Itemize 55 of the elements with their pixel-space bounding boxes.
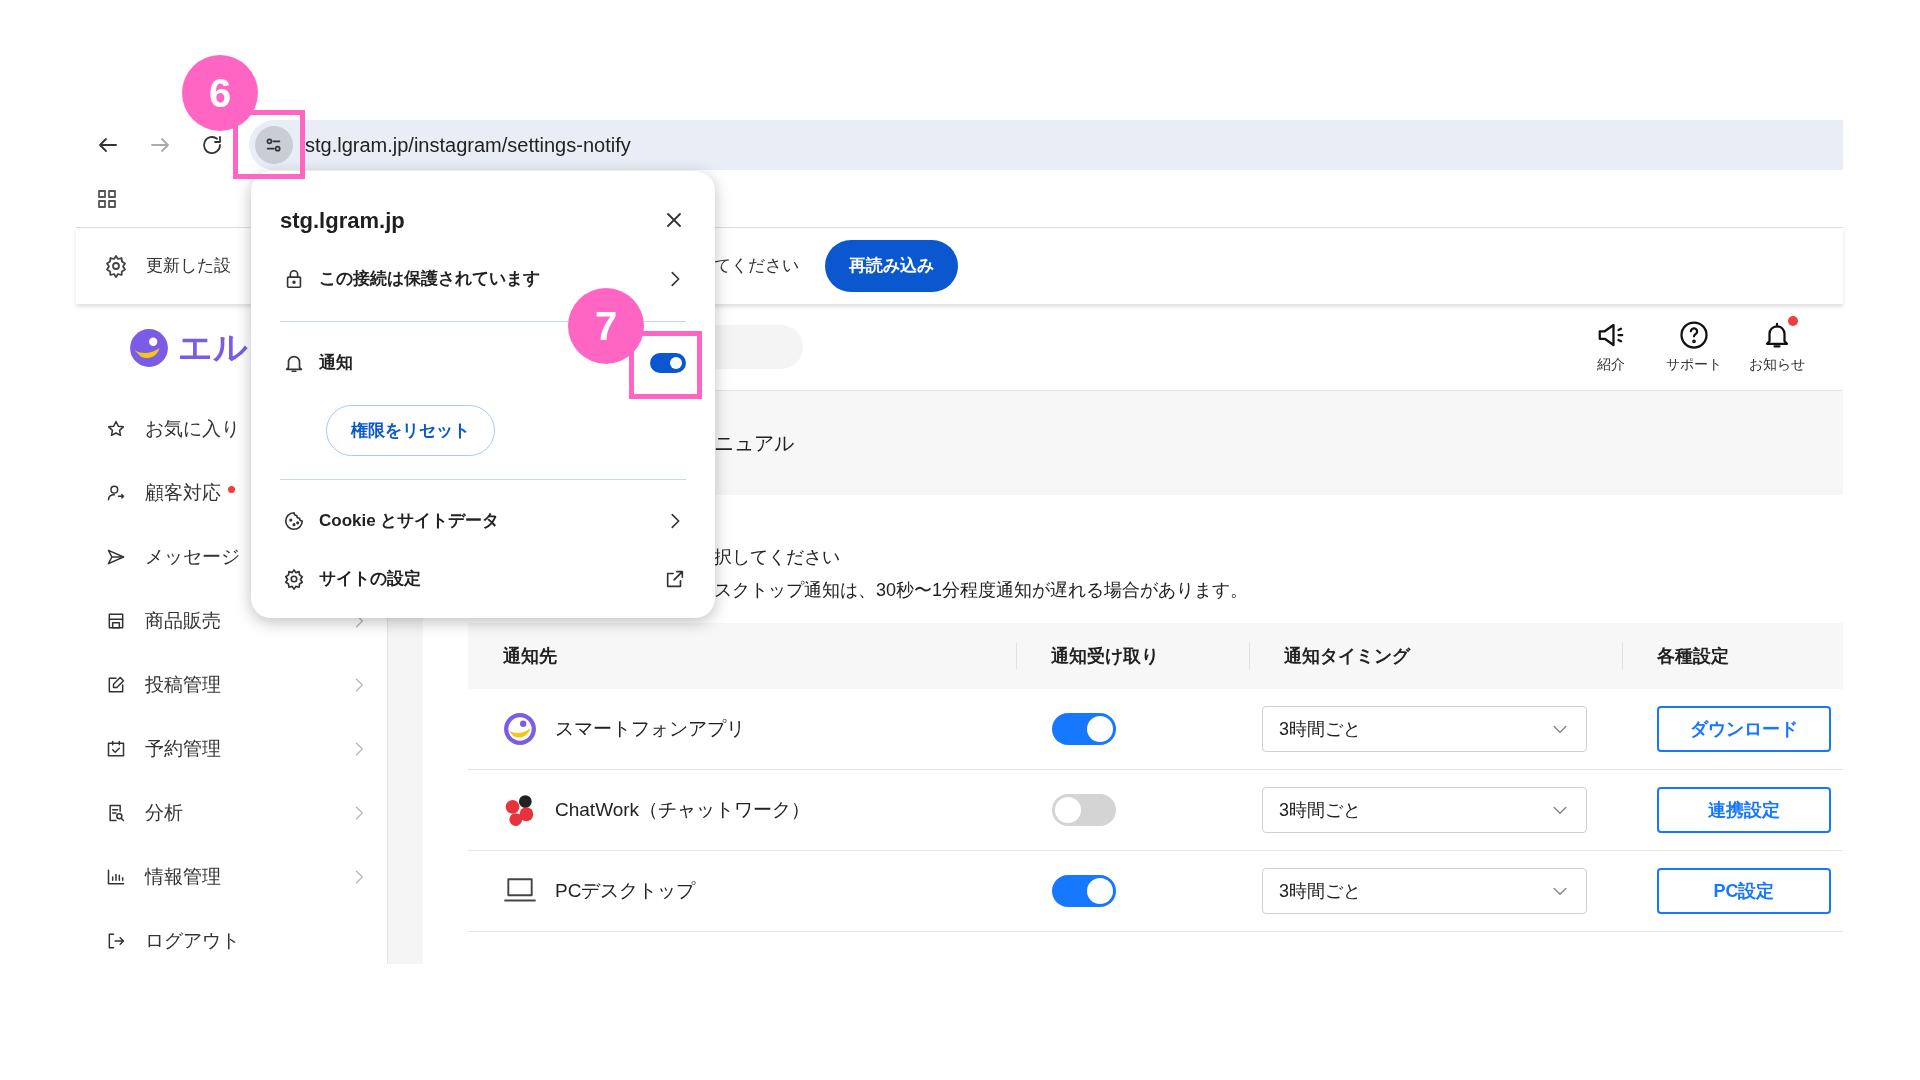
header-action[interactable]: サポート <box>1659 319 1729 375</box>
step-number-badge: 6 <box>182 55 258 131</box>
logo-icon <box>128 326 170 369</box>
column-header: 通知先 <box>503 644 557 668</box>
external-link-icon <box>664 568 686 590</box>
column-header: 通知タイミング <box>1284 644 1410 668</box>
page-link[interactable]: ニュアル <box>714 428 794 458</box>
header-action[interactable]: 紹介 <box>1576 319 1646 375</box>
url-text[interactable]: stg.lgram.jp/instagram/settings-notify <box>305 130 631 160</box>
table-cell-text: スマートフォンアプリ <box>555 716 745 741</box>
action-button[interactable]: 連携設定 <box>1657 787 1831 833</box>
logo-text: エル <box>178 327 248 368</box>
column-header: 通知受け取り <box>1051 644 1159 668</box>
timing-select[interactable]: 3時間ごと <box>1262 868 1587 914</box>
logout-icon <box>106 931 126 951</box>
action-button[interactable]: ダウンロード <box>1657 706 1831 752</box>
store-icon <box>106 611 126 631</box>
sidebar-item[interactable]: 情報管理 <box>76 845 387 909</box>
person-icon <box>106 483 126 503</box>
bar-chart-icon <box>106 867 126 887</box>
notification-label: 通知 <box>319 352 354 375</box>
toggle-switch[interactable] <box>1052 713 1116 745</box>
settings-icon <box>104 254 128 278</box>
settings-icon <box>283 568 305 590</box>
table-cell-text: ChatWork（チャットワーク） <box>555 797 811 822</box>
reload-icon[interactable] <box>200 133 224 157</box>
cookie-icon <box>283 510 305 532</box>
timing-select[interactable]: 3時間ごと <box>1262 787 1587 833</box>
instruction-text: 択してください <box>714 546 841 569</box>
instruction-text: スクトップ通知は、30秒〜1分程度通知が遅れる場合があります。 <box>714 579 1250 602</box>
star-icon <box>106 419 126 439</box>
sidebar-item[interactable]: 分析 <box>76 781 387 845</box>
paper-plane-icon <box>106 547 126 567</box>
calendar-icon <box>106 739 126 759</box>
popup-title: stg.lgram.jp <box>280 206 405 235</box>
reload-button[interactable]: 再読み込み <box>825 240 958 292</box>
edit-icon <box>106 675 126 695</box>
cookies-item[interactable]: Cookie とサイトデータ <box>280 497 686 545</box>
table-cell-text: PCデスクトップ <box>555 878 696 903</box>
toggle-switch[interactable] <box>650 353 686 373</box>
sidebar-item[interactable]: 予約管理 <box>76 717 387 781</box>
sidebar-item[interactable]: ログアウト <box>76 909 387 973</box>
sidebar-item[interactable]: 投稿管理 <box>76 653 387 717</box>
action-button[interactable]: PC設定 <box>1657 868 1831 914</box>
site-info-button[interactable] <box>255 126 293 164</box>
infobar-message: てください <box>714 255 799 278</box>
header-action[interactable]: お知らせ <box>1742 319 1812 375</box>
help-icon <box>1679 319 1709 350</box>
report-icon <box>106 803 126 823</box>
column-header: 各種設定 <box>1657 644 1729 668</box>
toggle-switch[interactable] <box>1052 794 1116 826</box>
app-logo-icon <box>503 712 537 746</box>
infobar-message: 更新した設 <box>146 255 231 278</box>
timing-select[interactable]: 3時間ごと <box>1262 706 1587 752</box>
toggle-switch[interactable] <box>1052 875 1116 907</box>
